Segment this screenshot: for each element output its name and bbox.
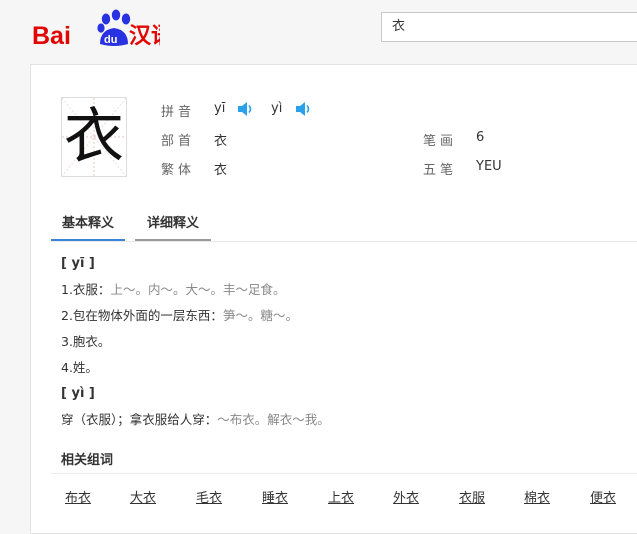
header: Bai du 汉语 衣 — [0, 0, 637, 60]
definition-text: 2.包在物体外面的一层东西： — [61, 308, 223, 323]
search-input[interactable]: 衣 — [381, 12, 637, 42]
result-card: 衣 拼音 yī yì 部首 衣 笔画 6 繁体 衣 五笔 YEU 基本释义 详细… — [30, 64, 637, 534]
related-word-link[interactable]: 棉衣 — [524, 487, 550, 506]
paw-pad — [101, 13, 111, 25]
definition-item: 穿（衣服）；拿衣服给人穿：～布衣。解衣～我。 — [61, 409, 637, 431]
definition-item: 4.姓。 — [61, 360, 98, 375]
speaker-icon[interactable] — [295, 102, 311, 116]
pinyin-heading: [ yī ] — [61, 256, 95, 271]
paw-pad — [97, 23, 105, 33]
divider — [51, 473, 637, 474]
definition-text: 穿（衣服）；拿衣服给人穿： — [61, 412, 218, 427]
related-word-link[interactable]: 衣服 — [459, 487, 485, 506]
related-word-link[interactable]: 睡衣 — [262, 487, 288, 506]
tab-basic[interactable]: 基本释义 — [51, 211, 125, 241]
related-word-link[interactable]: 大衣 — [130, 487, 156, 506]
definition-tabs: 基本释义 详细释义 — [51, 211, 637, 242]
wubi-value: YEU — [476, 159, 502, 174]
definition-example: 笋～。糖～。 — [222, 308, 298, 323]
bushou-label: 部首 — [161, 134, 196, 149]
related-word-link[interactable]: 便衣 — [590, 487, 616, 506]
logo-bai-text: Bai — [32, 22, 71, 50]
pinyin-label: 拼音 — [161, 105, 196, 120]
fanti-value: 衣 — [214, 163, 228, 178]
definition-text: 1.衣服： — [61, 282, 111, 297]
logo-hanyu-text: 汉语 — [129, 24, 160, 49]
definition-item: 2.包在物体外面的一层东西：笋～。糖～。 — [61, 305, 637, 327]
related-word-link[interactable]: 布衣 — [65, 487, 91, 506]
bihua-value: 6 — [476, 130, 485, 145]
paw-pad — [121, 13, 131, 25]
paw-pad — [111, 9, 121, 21]
character-glyph: 衣 — [64, 102, 124, 172]
related-word-link[interactable]: 外衣 — [393, 487, 419, 506]
related-words-list: 布衣 大衣 毛衣 睡衣 上衣 外衣 衣服 棉衣 便衣 — [31, 487, 637, 507]
related-word-link[interactable]: 毛衣 — [196, 487, 222, 506]
baidu-hanyu-logo[interactable]: Bai du 汉语 — [30, 6, 160, 50]
definitions: [ yī ] 1.衣服：上～。内～。大～。丰～足食。 2.包在物体外面的一层东西… — [61, 253, 637, 435]
pinyin-heading: [ yì ] — [61, 386, 95, 401]
definition-example: 上～。内～。大～。丰～足食。 — [110, 282, 286, 297]
pinyin-1: yī — [214, 101, 226, 116]
fanti-label: 繁体 — [161, 163, 196, 178]
definition-example: ～布衣。解衣～我。 — [217, 412, 330, 427]
logo-du-text: du — [104, 34, 117, 46]
related-words-title: 相关组词 — [61, 453, 114, 468]
definition-item: 3.胞衣。 — [61, 334, 111, 349]
character-glyph-box: 衣 — [61, 97, 127, 177]
related-word-link[interactable]: 上衣 — [328, 487, 354, 506]
definition-item: 1.衣服：上～。内～。大～。丰～足食。 — [61, 279, 637, 301]
bihua-label: 笔画 — [423, 134, 458, 149]
speaker-icon[interactable] — [237, 102, 253, 116]
wubi-label: 五笔 — [423, 163, 458, 178]
pinyin-2: yì — [271, 101, 283, 116]
tab-detail[interactable]: 详细释义 — [135, 211, 211, 241]
bushou-value: 衣 — [214, 134, 228, 149]
